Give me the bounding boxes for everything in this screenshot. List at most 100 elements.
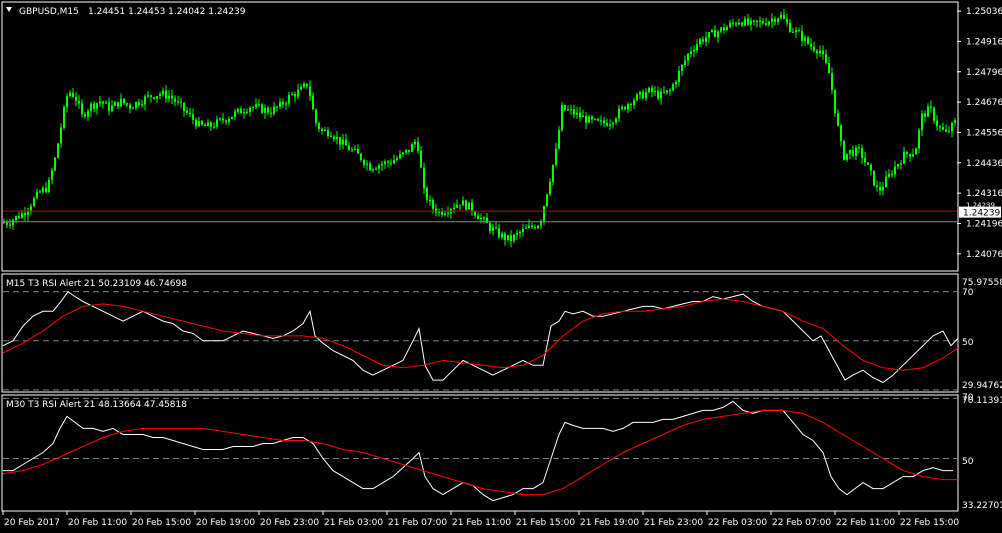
candle-body (489, 223, 491, 231)
price-tick-label: 1.25036 (966, 7, 1002, 17)
candle-body (369, 163, 371, 171)
candle-body (708, 32, 710, 38)
candle-body (192, 114, 194, 120)
candle-body (318, 123, 320, 129)
candle-body (336, 137, 338, 140)
candle-body (72, 92, 74, 97)
candle-body (345, 139, 347, 146)
candle-body (822, 50, 824, 55)
price-tick-label: 1.24316 (966, 189, 1002, 199)
candle-body (660, 91, 662, 99)
rsi1-label-50: 50 (962, 338, 974, 348)
candle-body (690, 51, 692, 54)
candle-body (513, 234, 515, 242)
candle-body (570, 109, 572, 111)
candle-body (600, 120, 602, 122)
candle-body (99, 101, 101, 104)
candle-body (333, 136, 335, 140)
candle-body (213, 126, 215, 128)
candle-body (633, 100, 635, 105)
candle-body (621, 106, 623, 109)
time-tick-label: 22 Feb 15:00 (900, 518, 959, 528)
candle-body (12, 220, 14, 225)
candle-body (483, 217, 485, 219)
candle-body (909, 154, 911, 157)
candle-body (687, 53, 689, 61)
candle-body (732, 22, 734, 24)
candle-body (309, 86, 311, 96)
candle-body (66, 96, 68, 108)
candle-body (777, 18, 779, 23)
candle-body (63, 107, 65, 128)
candle-body (873, 170, 875, 186)
candle-body (819, 50, 821, 54)
candle-body (219, 118, 221, 120)
candle-body (150, 95, 152, 98)
candle-body (240, 108, 242, 114)
rsi-panel-m15[interactable]: M15 T3 RSI Alert 21 50.23109 46.74698 75… (1, 273, 1002, 393)
rsi1-label-70: 70 (962, 288, 974, 298)
candle-body (396, 158, 398, 161)
candle-body (162, 90, 164, 95)
candle-body (30, 206, 32, 211)
time-tick-label: 21 Feb 23:00 (644, 518, 703, 528)
candle-body (24, 213, 26, 216)
candle-body (648, 87, 650, 93)
candle-body (894, 166, 896, 175)
candle-body (363, 159, 365, 165)
candle-body (306, 83, 308, 87)
candle-body (36, 191, 38, 199)
candle-body (726, 26, 728, 31)
candle-body (273, 106, 275, 114)
current-price-label-secondary: 1.24239 (966, 202, 995, 210)
candle-body (849, 149, 851, 154)
candle-body (201, 121, 203, 125)
candle-body (297, 89, 299, 97)
candle-body (228, 118, 230, 122)
candle-body (681, 65, 683, 71)
candle-body (312, 95, 314, 110)
candle-body (225, 120, 227, 122)
candle-body (153, 97, 155, 99)
candle-body (744, 18, 746, 26)
candle-body (834, 89, 836, 114)
candle-body (159, 94, 161, 97)
candle-body (813, 46, 815, 51)
candle-body (741, 22, 743, 26)
candle-body (276, 106, 278, 108)
candle-body (339, 137, 341, 145)
rsi-panel-m30[interactable]: M30 T3 RSI Alert 21 48.13664 47.45818 70… (1, 393, 1002, 512)
trading-chart[interactable]: 1.25036 1.24916 1.24796 1.24676 1.24556 1.244… (0, 0, 1002, 533)
candle-body (585, 115, 587, 123)
candle-body (846, 153, 848, 160)
candle-body (90, 103, 92, 112)
candle-body (696, 44, 698, 51)
candle-body (198, 121, 200, 127)
candle-body (78, 100, 80, 104)
price-panel[interactable]: 1.25036 1.24916 1.24796 1.24676 1.24556 1.244… (1, 1, 1002, 272)
candle-body (426, 188, 428, 201)
candle-body (459, 204, 461, 206)
candle-body (411, 144, 413, 152)
candle-body (375, 168, 377, 170)
candle-body (144, 96, 146, 105)
candle-body (885, 176, 887, 188)
price-tick-label: 1.24676 (966, 98, 1002, 108)
candle-body (33, 198, 35, 207)
candle-body (945, 129, 947, 132)
candle-body (537, 225, 539, 229)
candle-body (183, 102, 185, 111)
time-tick-label: 21 Feb 03:00 (324, 518, 383, 528)
price-panel-title: GBPUSD,M15 (19, 7, 79, 17)
candle-body (615, 118, 617, 123)
candle-body (243, 112, 245, 114)
candle-body (354, 148, 356, 150)
candle-body (21, 213, 23, 218)
price-tick-label: 1.24436 (966, 159, 1002, 169)
candle-body (612, 122, 614, 125)
candle-body (564, 105, 566, 110)
candle-body (624, 106, 626, 110)
candle-body (69, 92, 71, 97)
candle-body (759, 21, 761, 23)
candle-body (642, 91, 644, 99)
